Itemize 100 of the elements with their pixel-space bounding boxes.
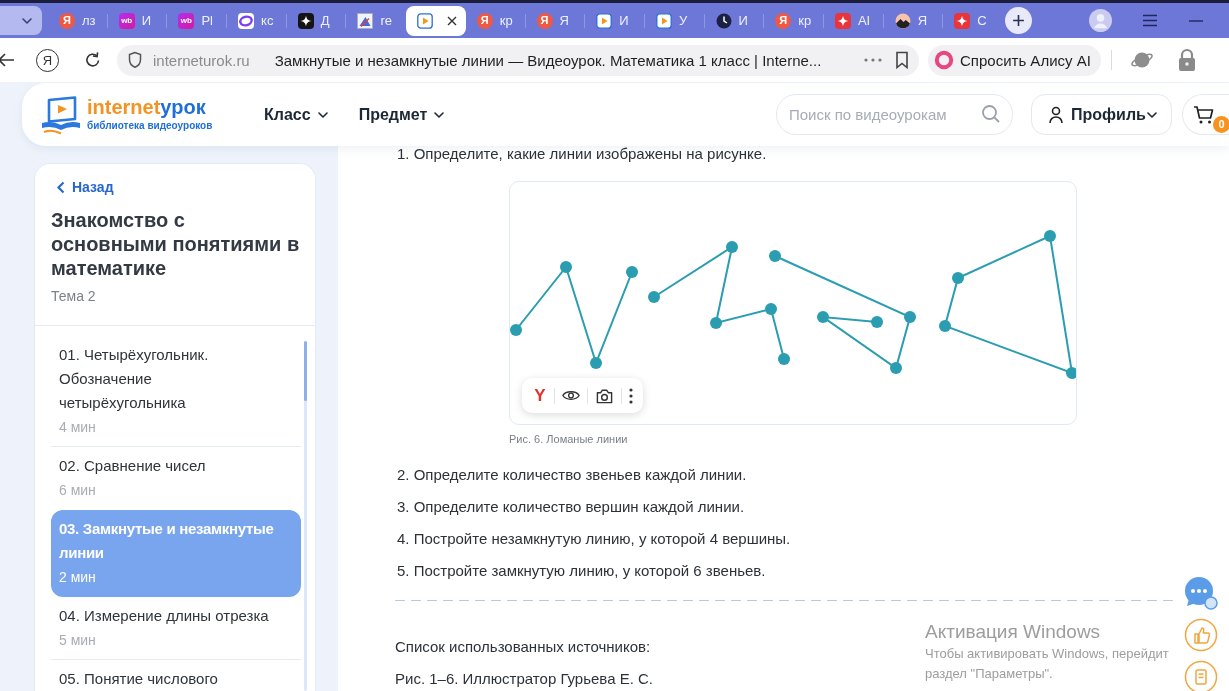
mountain-icon <box>894 12 911 29</box>
play-icon <box>596 12 613 29</box>
profile-button[interactable]: Профиль <box>1031 94 1172 135</box>
minimize-icon[interactable] <box>1189 19 1203 22</box>
logo-tagline: библиотека видеоуроков <box>87 120 213 132</box>
assistant-button[interactable]: Спросить Алису AI <box>928 44 1101 76</box>
close-icon[interactable] <box>446 15 457 26</box>
vertex-dot <box>1044 230 1056 242</box>
vertex-dot <box>871 316 883 328</box>
sparkle-icon <box>297 12 314 29</box>
tab-list-button[interactable] <box>0 6 42 35</box>
vertex-dot <box>648 291 660 303</box>
chevron-down-icon <box>317 111 328 118</box>
logo-wordmark[interactable]: internetурок <box>87 97 206 117</box>
lesson-item[interactable]: 01. Четырёхугольник. Обозначение четырёхугольника 4 мин <box>51 335 301 447</box>
task-text: 3. Определите количество вершин каждой линии. <box>397 497 745 517</box>
letter-circle-icon: Я <box>476 12 493 29</box>
browser-tab[interactable]: Д <box>286 5 347 36</box>
chevron-left-icon <box>57 180 65 194</box>
new-tab-button[interactable] <box>1005 7 1032 34</box>
browser-tab[interactable]: Я кр <box>465 5 526 36</box>
vertex-dot <box>560 261 572 273</box>
nav-dropdown-button[interactable]: Предмет <box>358 105 445 124</box>
person-icon <box>1048 105 1064 124</box>
more-vertical-icon[interactable] <box>629 387 633 404</box>
chat-bubble-icon[interactable] <box>1184 576 1218 610</box>
vertex-dot <box>710 317 722 329</box>
browser-tab[interactable]: И <box>704 5 765 36</box>
lesson-item[interactable]: 02. Сравнение чисел 6 мин <box>51 446 301 510</box>
lesson-item[interactable]: 05. Понятие числового <box>51 659 301 691</box>
vertex-dot <box>778 353 790 365</box>
picture-icon <box>357 12 374 29</box>
figure-caption: Рис. 6. Ломаные линии <box>509 432 628 447</box>
browser-tab[interactable]: AI <box>823 5 884 36</box>
vertex-dot <box>726 241 738 253</box>
chevron-down-icon <box>22 17 32 24</box>
nav-dropdown-button[interactable]: Класс <box>264 105 328 124</box>
activation-title: Активация Windows <box>925 620 1101 644</box>
letter-circle-icon: Я <box>775 12 792 29</box>
letter-circle-icon: Я <box>536 12 553 29</box>
vertex-dot <box>626 266 638 278</box>
chevron-down-icon <box>434 111 445 118</box>
shield-icon <box>127 51 143 69</box>
search-field[interactable]: Поиск по видеоурокам <box>776 94 1013 135</box>
browser-tab[interactable] <box>406 5 466 36</box>
eye-icon[interactable] <box>562 389 580 402</box>
letter-tile-icon: wb <box>178 12 195 29</box>
browser-tab[interactable]: кс <box>227 5 287 36</box>
vertex-dot <box>769 250 781 262</box>
activation-text: раздел "Параметры". <box>925 665 1053 683</box>
logo-letter-icon[interactable]: Y <box>533 387 547 404</box>
ring-icon <box>934 50 954 70</box>
back-link[interactable]: Назад <box>57 178 114 196</box>
play-icon <box>417 12 434 29</box>
browser-tab[interactable]: У <box>644 5 705 36</box>
more-horizontal-icon[interactable] <box>864 58 882 62</box>
vertex-dot <box>952 272 964 284</box>
lesson-item[interactable]: 04. Измерение длины отрезка 5 мин <box>51 596 301 660</box>
vertex-dot <box>890 362 902 374</box>
document-icon[interactable] <box>1184 660 1218 691</box>
ring-icon <box>238 12 255 29</box>
vertex-dot <box>939 320 951 332</box>
browser-tab[interactable]: И <box>585 5 645 36</box>
thumbs-up-icon[interactable] <box>1184 618 1218 652</box>
plus-icon <box>1012 14 1025 27</box>
clock-icon <box>715 12 732 29</box>
address-domain: interneturok.ru <box>153 51 250 69</box>
avatar-icon[interactable] <box>1089 9 1112 32</box>
browser-tab[interactable]: С <box>943 5 1003 36</box>
address-bar[interactable]: interneturok.ru Замкнутые и незамкнутые линии — Видеоурок. Математика 1 класс | Interne... <box>117 44 919 76</box>
vertex-dot <box>765 303 777 315</box>
browser-tab[interactable]: wb Pl <box>167 5 228 36</box>
page-title-text: Замкнутые и незамкнутые линии — Видеоурок. Математика 1 класс | Interne... <box>274 51 822 69</box>
activation-text: Чтобы активировать Windows, перейдит <box>925 645 1169 663</box>
cart-count-badge: 0 <box>1213 116 1229 133</box>
browser-tab[interactable]: Я <box>883 5 944 36</box>
laptop-book-icon[interactable] <box>40 94 82 135</box>
browser-tab[interactable]: re <box>346 5 407 36</box>
vertex-dot <box>510 324 522 336</box>
browser-tab[interactable]: Я Я <box>525 5 586 36</box>
vertex-dot <box>817 311 829 323</box>
vertex-dot <box>904 311 916 323</box>
padlock-icon[interactable] <box>1176 48 1198 72</box>
task-text: 1. Определите, какие линии изображены на рисунке. <box>397 146 767 162</box>
sources-heading: Список использованных источников: <box>395 637 651 657</box>
sparkle-icon <box>954 12 971 29</box>
letter-circle-icon: Я <box>59 12 75 29</box>
menu-icon[interactable] <box>1142 14 1158 27</box>
browser-tab[interactable]: wb И <box>107 5 168 36</box>
task-text: 5. Постройте замкнутую линию, у которой 6 звеньев. <box>397 561 766 581</box>
play-icon <box>655 12 672 29</box>
lesson-item[interactable]: 03. Замкнутые и незамкнутые линии 2 мин <box>51 509 301 597</box>
scrollbar-thumb[interactable] <box>304 340 307 401</box>
search-icon[interactable] <box>981 104 1001 124</box>
sparkle-icon <box>834 12 851 29</box>
browser-tab[interactable]: Я лз <box>48 5 108 36</box>
bookmark-icon[interactable] <box>895 51 909 69</box>
scrollbar-track[interactable] <box>304 340 307 691</box>
browser-tab[interactable]: Я кр <box>764 5 824 36</box>
task-text: 4. Постройте незамкнутую линию, у которой 4 вершины. <box>397 529 791 549</box>
